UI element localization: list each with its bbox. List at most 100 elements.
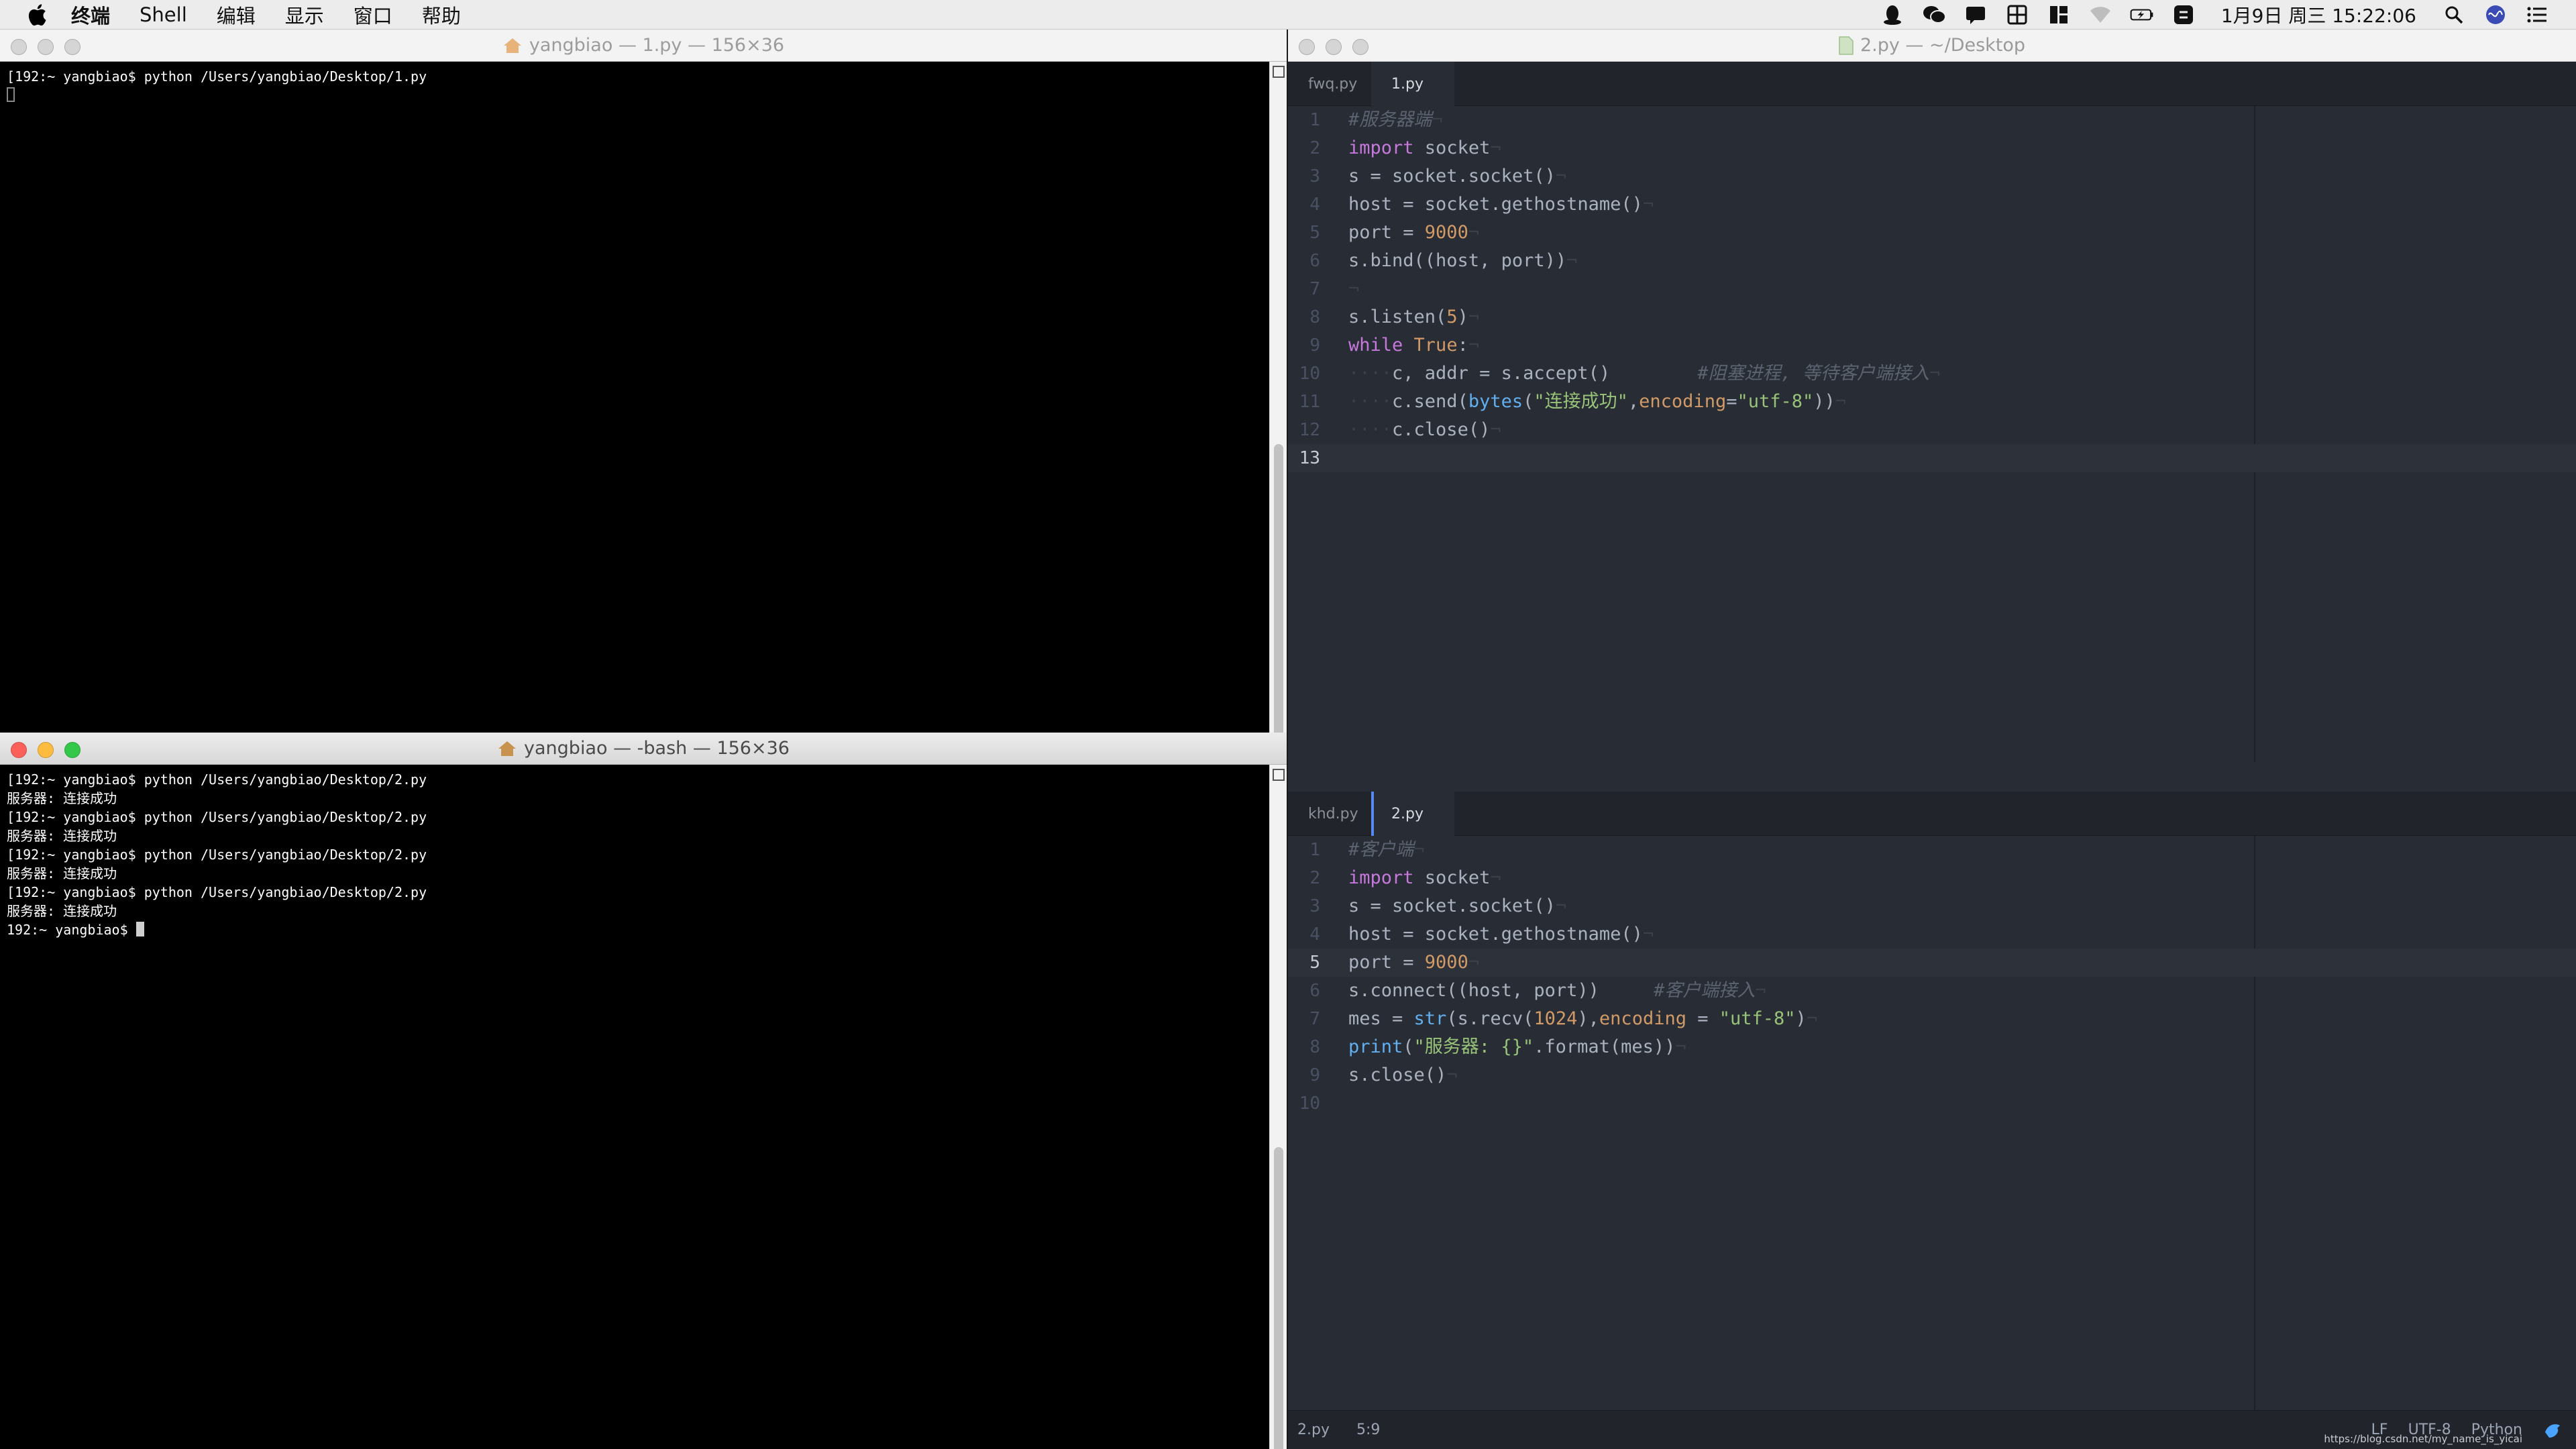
menu-view[interactable]: 显示 bbox=[285, 1, 324, 29]
code-line[interactable]: 8 print("服务器: {}".format(mes))¬ bbox=[1288, 1033, 2576, 1061]
split-pane-icon[interactable] bbox=[1273, 66, 1285, 78]
terminal-top-titlebar[interactable]: yangbiao — 1.py — 156×36 bbox=[0, 30, 1287, 62]
code-line[interactable]: 4 host = socket.gethostname()¬ bbox=[1288, 191, 2576, 219]
line-number: 3 bbox=[1309, 166, 1320, 186]
tab-1-py[interactable]: 1.py bbox=[1371, 62, 1454, 106]
code-line[interactable]: 10 ····c, addr = s.accept() #阻塞进程, 等待客户端接… bbox=[1288, 360, 2576, 388]
sync-app-icon[interactable] bbox=[2171, 4, 2196, 25]
apple-menu-icon[interactable] bbox=[27, 3, 47, 26]
menu-edit[interactable]: 编辑 bbox=[217, 1, 256, 29]
code-line[interactable]: 3 s = socket.socket()¬ bbox=[1288, 892, 2576, 920]
minimize-button[interactable] bbox=[38, 39, 54, 55]
home-folder-icon bbox=[498, 741, 517, 756]
terminal-window-bottom[interactable]: yangbiao — -bash — 156×36 [192:~ yangbia… bbox=[0, 733, 1287, 1449]
code-line[interactable]: 5 port = 9000¬ bbox=[1288, 949, 2576, 977]
code-line[interactable]: 11 ····c.send(bytes("连接成功",encoding="utf-… bbox=[1288, 388, 2576, 416]
spotlight-search-icon[interactable] bbox=[2442, 4, 2466, 25]
code-line[interactable]: 3 s = socket.socket()¬ bbox=[1288, 162, 2576, 191]
code-text: mes = str(s.recv(1024),encoding = "utf-8… bbox=[1348, 1008, 1818, 1029]
code-text: while True:¬ bbox=[1348, 335, 1480, 356]
layout-app-icon[interactable] bbox=[2047, 4, 2071, 25]
code-text: s.listen(5)¬ bbox=[1348, 307, 1480, 327]
code-line[interactable]: 12 ····c.close()¬ bbox=[1288, 416, 2576, 444]
close-button[interactable] bbox=[11, 742, 27, 758]
terminal-bottom-output[interactable]: [192:~ yangbiao$ python /Users/yangbiao/… bbox=[0, 765, 1269, 1449]
terminal-cursor-line bbox=[7, 86, 1263, 105]
code-line[interactable]: 1 #客户端¬ bbox=[1288, 836, 2576, 864]
terminal-line: 服务器: 连接成功 bbox=[7, 903, 117, 919]
code-line[interactable]: 5 port = 9000¬ bbox=[1288, 219, 2576, 247]
code-line[interactable]: 13 bbox=[1288, 444, 2576, 472]
terminal-bottom-scrollbar[interactable] bbox=[1269, 765, 1287, 1449]
zoom-button[interactable] bbox=[64, 39, 80, 55]
line-number: 9 bbox=[1309, 335, 1320, 356]
code-line[interactable]: 7 ¬ bbox=[1288, 275, 2576, 303]
tab-2-py[interactable]: 2.py bbox=[1371, 792, 1454, 836]
code-line[interactable]: 2 import socket¬ bbox=[1288, 134, 2576, 162]
tab-fwq-py[interactable]: fwq.py bbox=[1288, 62, 1371, 106]
line-number: 6 bbox=[1309, 251, 1320, 271]
editor-titlebar[interactable]: 2.py — ~/Desktop bbox=[1288, 30, 2576, 62]
code-line[interactable]: 2 import socket¬ bbox=[1288, 864, 2576, 892]
menu-help[interactable]: 帮助 bbox=[422, 1, 461, 29]
zoom-button[interactable] bbox=[64, 742, 80, 758]
code-line[interactable]: 6 s.connect((host, port)) #客户端接入¬ bbox=[1288, 977, 2576, 1005]
code-line[interactable]: 10 bbox=[1288, 1089, 2576, 1118]
code-line[interactable]: 9 while True:¬ bbox=[1288, 331, 2576, 360]
battery-icon[interactable] bbox=[2130, 4, 2154, 25]
line-number: 11 bbox=[1299, 392, 1320, 412]
terminal-line: 服务器: 连接成功 bbox=[7, 828, 117, 844]
wifi-icon[interactable] bbox=[2088, 4, 2112, 25]
status-cursor-position[interactable]: 5:9 bbox=[1356, 1421, 1380, 1438]
minimize-button[interactable] bbox=[1326, 39, 1342, 55]
code-line[interactable]: 1 #服务器端¬ bbox=[1288, 106, 2576, 134]
code-line[interactable]: 4 host = socket.gethostname()¬ bbox=[1288, 920, 2576, 949]
wechat-icon[interactable] bbox=[1922, 4, 1946, 25]
message-icon[interactable] bbox=[1964, 4, 1988, 25]
code-line[interactable]: 9 s.close()¬ bbox=[1288, 1061, 2576, 1089]
terminal-line: [192:~ yangbiao$ python /Users/yangbiao/… bbox=[7, 884, 427, 900]
terminal-top-output[interactable]: [192:~ yangbiao$ python /Users/yangbiao/… bbox=[0, 62, 1269, 733]
editor-window[interactable]: 2.py — ~/Desktop fwq.py 1.py 1 #服务器端¬ 2 imp… bbox=[1287, 30, 2576, 1449]
code-line[interactable]: 7 mes = str(s.recv(1024),encoding = "utf-… bbox=[1288, 1005, 2576, 1033]
code-text: s.bind((host, port))¬ bbox=[1348, 250, 1578, 271]
code-editor-top[interactable]: 1 #服务器端¬ 2 import socket¬ 3 s = socket.socket… bbox=[1288, 106, 2576, 762]
menu-window[interactable]: 窗口 bbox=[354, 1, 392, 29]
close-button[interactable] bbox=[11, 39, 27, 55]
terminal-bottom-titlebar[interactable]: yangbiao — -bash — 156×36 bbox=[0, 733, 1287, 765]
terminal-line: [192:~ yangbiao$ python /Users/yangbiao/… bbox=[7, 771, 427, 788]
github-bird-icon[interactable] bbox=[2542, 1420, 2563, 1440]
menu-shell[interactable]: Shell bbox=[140, 3, 187, 26]
editor-pane-bottom[interactable]: khd.py 2.py 1 #客户端¬ 2 import socket¬ 3 s = so… bbox=[1288, 792, 2576, 1410]
code-text: import socket¬ bbox=[1348, 138, 1501, 158]
terminal-window-top[interactable]: yangbiao — 1.py — 156×36 [192:~ yangbiao… bbox=[0, 30, 1287, 733]
menu-app-name[interactable]: 终端 bbox=[71, 1, 110, 29]
terminal-bottom-title: yangbiao — -bash — 156×36 bbox=[524, 738, 790, 759]
qq-penguin-icon[interactable] bbox=[1880, 4, 1904, 25]
minimize-button[interactable] bbox=[38, 742, 54, 758]
window-controls bbox=[1299, 39, 1368, 55]
menu-clock[interactable]: 1月9日 周三 15:22:06 bbox=[2221, 1, 2416, 28]
line-number: 2 bbox=[1309, 868, 1320, 888]
notification-center-icon[interactable] bbox=[2525, 4, 2549, 25]
tab-khd-py[interactable]: khd.py bbox=[1288, 792, 1371, 836]
terminal-top-scrollbar[interactable] bbox=[1269, 62, 1287, 733]
zoom-button[interactable] bbox=[1352, 39, 1368, 55]
line-number: 1 bbox=[1309, 840, 1320, 860]
code-editor-bottom[interactable]: 1 #客户端¬ 2 import socket¬ 3 s = socket.socket(… bbox=[1288, 836, 2576, 1410]
scroll-thumb[interactable] bbox=[1274, 1147, 1283, 1449]
siri-icon[interactable] bbox=[2483, 4, 2508, 25]
editor-pane-top[interactable]: fwq.py 1.py 1 #服务器端¬ 2 import socket¬ 3 s = s… bbox=[1288, 62, 2576, 762]
code-line[interactable]: 6 s.bind((host, port))¬ bbox=[1288, 247, 2576, 275]
close-button[interactable] bbox=[1299, 39, 1315, 55]
grid-app-icon[interactable] bbox=[2005, 4, 2029, 25]
code-text: host = socket.gethostname()¬ bbox=[1348, 194, 1654, 215]
code-line[interactable]: 8 s.listen(5)¬ bbox=[1288, 303, 2576, 331]
scroll-thumb[interactable] bbox=[1274, 444, 1283, 733]
watermark-text: https://blog.csdn.net/my_name_is_yicai bbox=[2324, 1433, 2522, 1445]
split-pane-icon[interactable] bbox=[1273, 769, 1285, 781]
editor-title: 2.py — ~/Desktop bbox=[1860, 35, 2026, 56]
line-number: 8 bbox=[1309, 307, 1320, 327]
code-text: ····c.close()¬ bbox=[1348, 419, 1501, 440]
status-file-name[interactable]: 2.py bbox=[1297, 1421, 1330, 1438]
